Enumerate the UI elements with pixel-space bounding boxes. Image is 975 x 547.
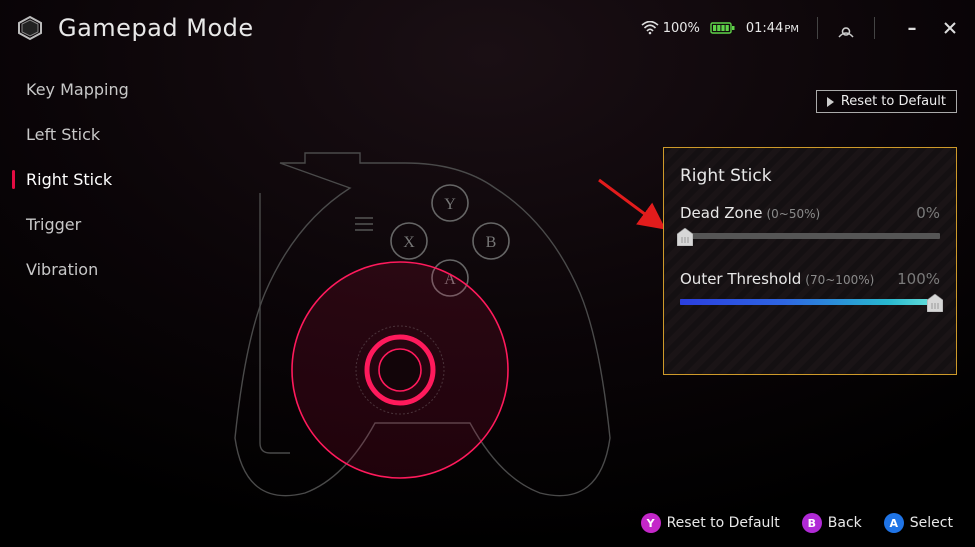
svg-text:Y: Y <box>444 196 456 213</box>
divider <box>817 17 818 39</box>
reset-default-label: Reset to Default <box>841 94 946 109</box>
sidebar-item-trigger[interactable]: Trigger <box>18 213 129 236</box>
deadzone-slider[interactable] <box>680 228 940 244</box>
svg-text:X: X <box>403 234 415 251</box>
a-button-icon: A <box>884 513 904 533</box>
sidebar-item-left-stick[interactable]: Left Stick <box>18 123 129 146</box>
outer-threshold-label: Outer Threshold <box>680 270 801 288</box>
b-button-icon: B <box>802 513 822 533</box>
profile-icon[interactable] <box>836 18 856 38</box>
marker-icon <box>827 97 837 107</box>
header-bar: Gamepad Mode 100% 01:44PM <box>0 0 975 56</box>
wifi-icon <box>641 21 659 35</box>
hint-reset[interactable]: Y Reset to Default <box>641 513 780 533</box>
app-logo-icon <box>16 14 44 42</box>
right-stick-settings-card: Right Stick Dead Zone (0~50%) 0% Outer T… <box>663 147 957 375</box>
page-title: Gamepad Mode <box>58 14 254 42</box>
minimize-button[interactable]: – <box>903 19 921 37</box>
outer-threshold-value: 100% <box>897 270 940 288</box>
sidebar-item-right-stick[interactable]: Right Stick <box>18 168 129 191</box>
divider <box>874 17 875 39</box>
hint-back-label: Back <box>828 515 862 531</box>
svg-text:B: B <box>486 234 497 251</box>
outer-threshold-row: Outer Threshold (70~100%) 100% <box>680 270 940 310</box>
sidebar-item-key-mapping[interactable]: Key Mapping <box>18 78 129 101</box>
outer-threshold-slider[interactable] <box>680 294 940 310</box>
hint-select-label: Select <box>910 515 953 531</box>
svg-text:A: A <box>444 271 456 288</box>
slider-thumb-icon[interactable] <box>927 294 943 312</box>
reset-default-button[interactable]: Reset to Default <box>816 90 957 113</box>
battery-icon <box>710 21 736 35</box>
close-button[interactable] <box>941 19 959 37</box>
y-button-icon: Y <box>641 513 661 533</box>
deadzone-value: 0% <box>916 204 940 222</box>
clock-time: 01:44PM <box>746 21 799 36</box>
wifi-indicator: 100% <box>641 21 700 36</box>
outer-threshold-range: (70~100%) <box>805 273 897 287</box>
sidebar-item-vibration[interactable]: Vibration <box>18 258 129 281</box>
deadzone-row: Dead Zone (0~50%) 0% <box>680 204 940 244</box>
wifi-percent: 100% <box>663 21 700 36</box>
hint-select[interactable]: A Select <box>884 513 953 533</box>
deadzone-range: (0~50%) <box>766 207 916 221</box>
slider-thumb-icon[interactable] <box>677 228 693 246</box>
sidebar-nav: Key Mapping Left Stick Right Stick Trigg… <box>18 78 129 281</box>
hint-reset-label: Reset to Default <box>667 515 780 531</box>
battery-indicator <box>710 21 736 35</box>
gamepad-illustration: Y B A X <box>225 148 625 518</box>
card-title: Right Stick <box>680 166 940 186</box>
footer-hints: Y Reset to Default B Back A Select <box>641 513 953 533</box>
deadzone-label: Dead Zone <box>680 204 762 222</box>
status-bar: 100% 01:44PM – <box>641 17 959 39</box>
hint-back[interactable]: B Back <box>802 513 862 533</box>
